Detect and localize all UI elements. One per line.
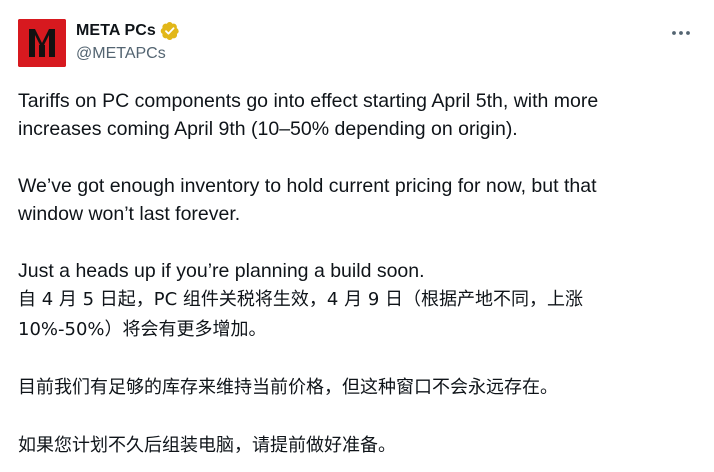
more-options-button[interactable] bbox=[670, 22, 692, 44]
tweet-paragraph-en-2: We’ve got enough inventory to hold curre… bbox=[18, 174, 597, 226]
tweet-paragraph-en-3: Just a heads up if you’re planning a bui… bbox=[18, 259, 425, 282]
handle[interactable]: @METAPCs bbox=[76, 45, 180, 63]
tweet-paragraph-en-1: Tariffs on PC components go into effect … bbox=[18, 90, 599, 141]
verified-badge-icon[interactable] bbox=[160, 21, 180, 41]
avatar[interactable] bbox=[18, 19, 66, 67]
tweet-card: META PCs @METAPCs Tariffs on PC componen… bbox=[0, 0, 714, 472]
name-row: META PCs bbox=[76, 20, 180, 42]
display-name[interactable]: META PCs bbox=[76, 22, 156, 40]
meta-pcs-logo-icon bbox=[18, 19, 66, 67]
tweet-paragraph-cn-1: 自 4 月 5 日起，PC 组件关税将生效，4 月 9 日（根据产地不同，上涨 … bbox=[18, 289, 584, 341]
tweet-paragraph-cn-2: 目前我们有足够的库存来维持当前价格，但这种窗口不会永远存在。 bbox=[18, 377, 558, 399]
tweet-text: Tariffs on PC components go into effect … bbox=[18, 87, 698, 461]
author-block: META PCs @METAPCs bbox=[76, 20, 180, 63]
more-horizontal-icon bbox=[672, 31, 690, 35]
tweet-paragraph-cn-3: 如果您计划不久后组装电脑，请提前做好准备。 bbox=[18, 435, 396, 457]
